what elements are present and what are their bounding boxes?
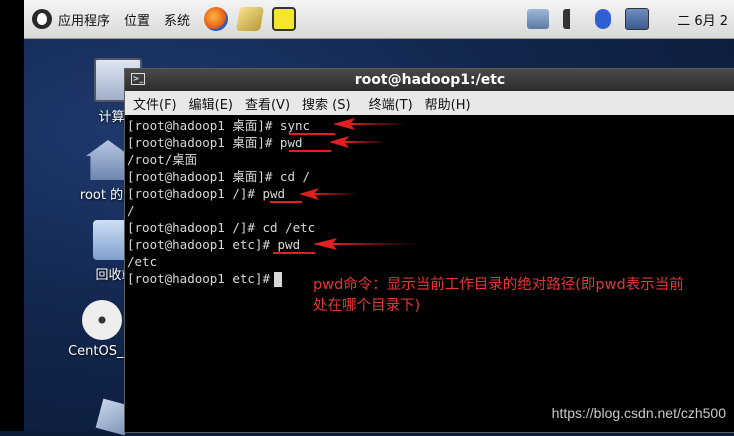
system-tray: 二 6月 2: [513, 8, 734, 30]
menu-terminal[interactable]: 终端(T): [369, 94, 413, 113]
mail-icon[interactable]: [235, 7, 265, 31]
arrow-mark: [333, 118, 405, 130]
annotation-line-1: pwd命令：显示当前工作目录的绝对路径(即pwd表示当前: [313, 277, 684, 293]
disc-icon: [82, 300, 122, 340]
console-line: /root/桌面: [127, 152, 198, 167]
terminal-menubar: 文件(F) 编辑(E) 查看(V) 搜索 (S) 终端(T) 帮助(H): [125, 91, 734, 115]
panel-clock[interactable]: 二 6月 2: [677, 10, 728, 29]
panel-menus: 应用程序 位置 系统: [32, 0, 306, 38]
system-menu[interactable]: 系统: [164, 0, 190, 38]
console-line: /: [127, 203, 135, 218]
menu-search[interactable]: 搜索 (S): [302, 94, 351, 113]
console-prompt-line: [root@hadoop1 etc]#: [127, 270, 282, 287]
menu-help[interactable]: 帮助(H): [425, 94, 471, 113]
applications-menu-label: 应用程序: [58, 13, 111, 29]
applications-menu[interactable]: 应用程序: [32, 0, 110, 38]
annotation-note: pwd命令：显示当前工作目录的绝对路径(即pwd表示当前 处在哪个目录下): [313, 275, 733, 317]
gnome-foot-icon: [32, 9, 52, 29]
console-line: [root@hadoop1 etc]# pwd: [127, 237, 301, 252]
places-menu-label: 位置: [124, 13, 151, 29]
notes-icon[interactable]: [272, 7, 297, 31]
console-line: [root@hadoop1 桌面]# sync: [127, 118, 311, 133]
menu-view[interactable]: 查看(V): [245, 94, 290, 113]
annotation-line-2: 处在哪个目录下): [313, 298, 421, 314]
console-line: /etc: [127, 254, 158, 269]
firefox-icon[interactable]: [204, 7, 229, 31]
volume-icon[interactable]: [563, 9, 582, 29]
terminal-icon: >_: [131, 73, 145, 85]
bluetooth-icon[interactable]: [595, 9, 612, 29]
console-prompt: [root@hadoop1 etc]#: [127, 271, 270, 286]
system-menu-label: 系统: [164, 13, 191, 29]
terminal-titlebar[interactable]: >_ root@hadoop1:/etc: [125, 69, 734, 91]
screen-edge: [0, 0, 24, 431]
text-cursor: [274, 272, 282, 287]
network-icon[interactable]: [527, 9, 550, 29]
underline-mark: [273, 252, 315, 254]
underline-mark: [289, 150, 331, 152]
terminal-console[interactable]: [root@hadoop1 桌面]# sync [root@hadoop1 桌面…: [125, 115, 734, 432]
menu-file[interactable]: 文件(F): [133, 94, 177, 113]
terminal-window: >_ root@hadoop1:/etc 文件(F) 编辑(E) 查看(V) 搜…: [124, 68, 734, 433]
arrow-mark: [299, 188, 357, 200]
places-menu[interactable]: 位置: [124, 0, 150, 38]
console-line: [root@hadoop1 /]# pwd: [127, 186, 286, 201]
console-line: [root@hadoop1 /]# cd /etc: [127, 220, 316, 235]
underline-mark: [270, 201, 302, 203]
top-panel: 应用程序 位置 系统 二 6月 2: [24, 0, 734, 39]
window-title: root@hadoop1:/etc: [354, 72, 506, 88]
watermark: https://blog.csdn.net/czh500: [551, 405, 726, 421]
menu-edit[interactable]: 编辑(E): [189, 94, 233, 113]
arrow-mark: [313, 238, 417, 250]
monitor-icon[interactable]: [625, 8, 650, 30]
arrow-mark: [329, 136, 387, 148]
console-line: [root@hadoop1 桌面]# pwd: [127, 135, 303, 150]
console-line: [root@hadoop1 桌面]# cd /: [127, 169, 311, 184]
